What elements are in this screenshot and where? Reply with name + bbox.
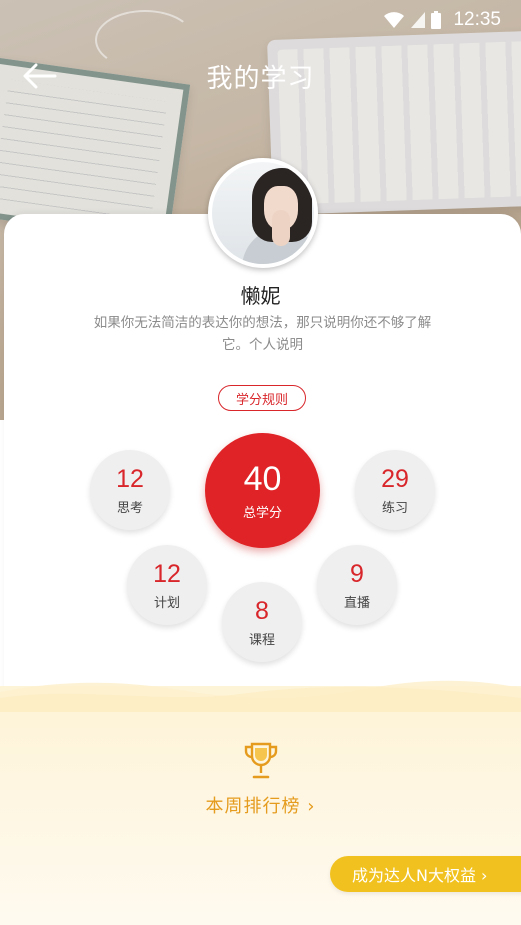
user-name: 懒妮	[240, 284, 281, 308]
stat-practice[interactable]: 29 练习	[355, 450, 435, 530]
stat-total-value: 40	[243, 460, 282, 498]
signal-icon	[411, 12, 426, 28]
stat-live-value: 9	[350, 559, 364, 588]
stat-plan-label: 计划	[153, 595, 180, 611]
credit-rules-button[interactable]: 学分规则	[218, 385, 306, 411]
stat-live[interactable]: 9 直播	[317, 545, 397, 625]
navigation-bar: 我的学习	[0, 50, 521, 100]
stat-course[interactable]: 8 课程	[222, 582, 302, 662]
stat-thinking-value: 12	[116, 464, 144, 493]
battery-icon	[431, 11, 442, 29]
page-title: 我的学习	[206, 64, 315, 94]
stat-practice-value: 29	[381, 464, 409, 493]
user-motto: 如果你无法简洁的表达你的想法，那只说明你还不够了解它。个人说明	[93, 315, 432, 353]
stat-course-label: 课程	[248, 632, 275, 648]
avatar-image	[212, 162, 314, 264]
stat-thinking[interactable]: 12 思考	[90, 450, 170, 530]
stat-thinking-label: 思考	[116, 500, 143, 516]
stat-plan[interactable]: 12 计划	[127, 545, 207, 625]
stat-course-value: 8	[255, 596, 269, 625]
vip-benefits-button[interactable]: 成为达人N大权益 ›	[330, 856, 521, 892]
stat-practice-label: 练习	[381, 500, 408, 516]
wifi-icon	[383, 11, 405, 29]
stat-total-label: 总学分	[242, 506, 282, 521]
status-time: 12:35	[453, 9, 501, 30]
avatar[interactable]	[208, 158, 318, 268]
trophy-icon	[244, 742, 278, 780]
status-bar: 12:35	[0, 0, 521, 40]
weekly-ranking-link[interactable]: 本周排行榜 ›	[0, 792, 521, 818]
wave-decor	[0, 680, 521, 712]
stat-plan-value: 12	[153, 559, 181, 588]
stat-live-label: 直播	[343, 595, 370, 611]
stat-total-credits[interactable]: 40 总学分	[205, 433, 320, 548]
